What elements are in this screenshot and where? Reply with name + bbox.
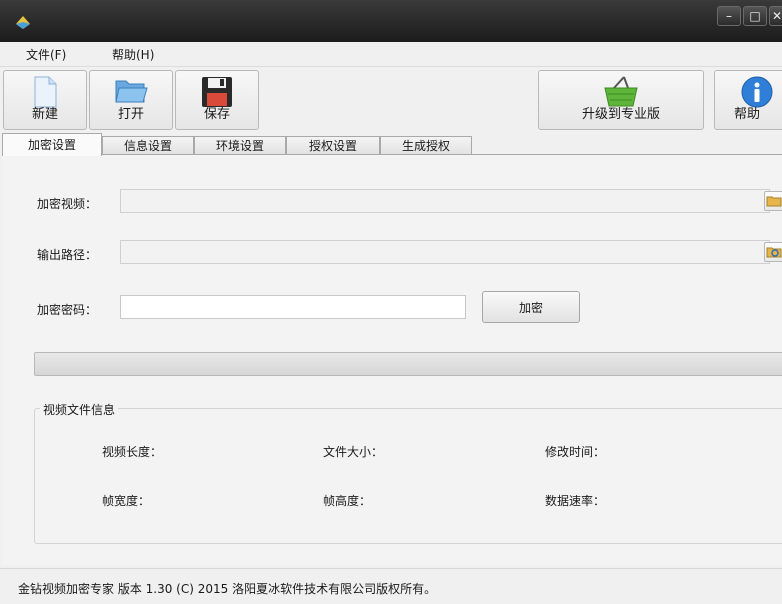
frame-width-label: 帧宽度： xyxy=(102,494,151,508)
password-label: 加密密码： xyxy=(37,303,98,317)
save-button-label: 保存 xyxy=(203,107,230,122)
help-button-label: 帮助 xyxy=(733,107,760,122)
menu-help[interactable]: 帮助(H) xyxy=(112,46,154,63)
password-field[interactable] xyxy=(120,295,466,319)
open-button-label: 打开 xyxy=(117,107,144,122)
encrypt-button[interactable]: 加密 xyxy=(482,291,580,323)
open-folder-icon xyxy=(115,80,148,103)
upgrade-button[interactable]: 升级到专业版 xyxy=(538,70,704,130)
file-size-label: 文件大小： xyxy=(323,445,384,459)
duration-label: 视频长度： xyxy=(102,445,163,459)
browse-video-button[interactable] xyxy=(764,191,782,211)
folder-search-icon xyxy=(766,247,782,258)
modified-time-label: 修改时间： xyxy=(545,445,606,459)
title-bar xyxy=(0,0,782,42)
upgrade-button-label: 升级到专业版 xyxy=(581,107,660,122)
new-button[interactable]: 新建 xyxy=(3,70,87,130)
video-path-field[interactable] xyxy=(120,189,770,213)
app-icon xyxy=(16,16,30,29)
help-button[interactable]: 帮助 xyxy=(714,70,782,130)
maximize-button[interactable]: □ xyxy=(743,6,767,26)
tab-license-settings[interactable]: 授权设置 xyxy=(286,136,380,154)
progress-bar xyxy=(34,352,782,376)
video-label: 加密视频： xyxy=(37,197,98,211)
menu-file[interactable]: 文件(F) xyxy=(26,46,66,63)
minimize-button[interactable]: – xyxy=(717,6,741,26)
save-button[interactable]: 保存 xyxy=(175,70,259,130)
folder-icon xyxy=(766,196,782,207)
output-path-field[interactable] xyxy=(120,240,770,264)
status-text: 金钻视频加密专家 版本 1.30 (C) 2015 洛阳夏冰软件技术有限公司版权… xyxy=(18,582,437,596)
video-info-group xyxy=(34,408,782,544)
close-button[interactable]: ✕ xyxy=(769,6,782,26)
tab-info-settings[interactable]: 信息设置 xyxy=(102,136,194,154)
new-button-label: 新建 xyxy=(31,107,58,122)
frame-height-label: 帧高度： xyxy=(323,494,372,508)
output-label: 输出路径： xyxy=(37,248,98,262)
tab-encrypt-settings[interactable]: 加密设置 xyxy=(2,133,102,156)
open-button[interactable]: 打开 xyxy=(89,70,173,130)
video-info-title: 视频文件信息 xyxy=(40,401,119,418)
tab-generate-license[interactable]: 生成授权 xyxy=(380,136,472,154)
tab-environment-settings[interactable]: 环境设置 xyxy=(194,136,286,154)
browse-output-button[interactable] xyxy=(764,242,782,262)
data-rate-label: 数据速率： xyxy=(545,494,606,508)
